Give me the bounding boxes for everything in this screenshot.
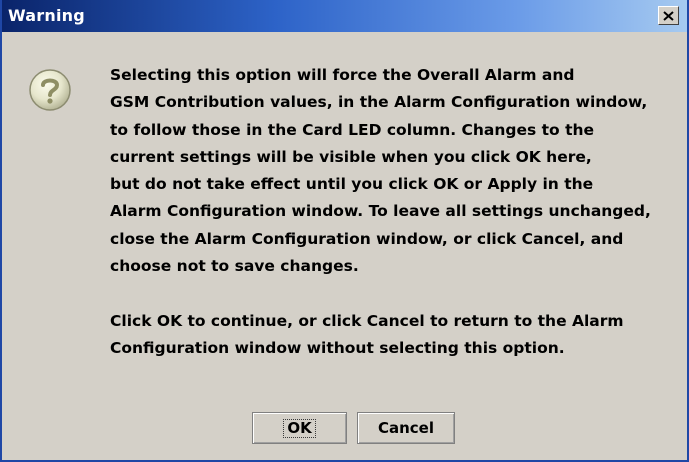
warning-dialog: Warning Selecting this option will force… [0, 0, 689, 462]
message-line: Configuration window without selecting t… [110, 338, 565, 357]
message-line: but do not take effect until you click O… [110, 175, 594, 194]
message-line: Selecting this option will force the Ove… [110, 66, 575, 84]
message-line: current settings will be visible when yo… [110, 147, 592, 166]
message-line: Alarm Configuration window. To leave all… [110, 202, 651, 221]
cancel-button[interactable]: Cancel [357, 412, 455, 444]
close-icon [663, 10, 674, 21]
message-line: GSM Contribution values, in the Alarm Co… [110, 93, 648, 112]
ok-button[interactable]: OK [252, 412, 347, 444]
close-button[interactable] [658, 6, 679, 25]
message-line: close the Alarm Configuration window, or… [110, 229, 624, 248]
message-line: choose not to save changes. [110, 257, 359, 276]
title-bar[interactable]: Warning [2, 0, 687, 32]
message-text: Selecting this option will force the Ove… [110, 62, 680, 362]
message-line: Click OK to continue, or click Cancel to… [110, 311, 624, 330]
ok-button-label: OK [283, 418, 316, 438]
question-icon [29, 69, 71, 111]
dialog-title: Warning [8, 6, 85, 25]
message-line: to follow those in the Card LED column. … [110, 120, 595, 139]
